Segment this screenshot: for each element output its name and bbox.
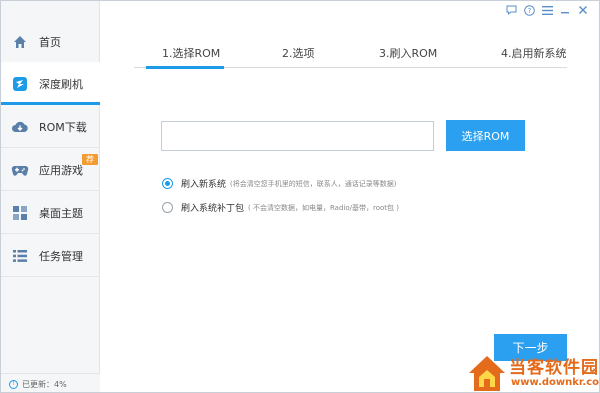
- home-icon: [11, 33, 29, 51]
- option-note: (将会清空您手机里的短信，联系人，通话记录等数据): [230, 179, 397, 188]
- select-rom-button[interactable]: 选择ROM: [446, 120, 525, 151]
- step-options: 2.选项: [282, 47, 315, 60]
- option-label: 刷入新系统: [181, 180, 227, 190]
- radio-checked[interactable]: [162, 178, 173, 189]
- house-logo-icon: [469, 356, 505, 391]
- watermark: 当客软件园 www.downkr.com: [461, 353, 600, 392]
- info-icon: !: [9, 379, 18, 389]
- sidebar-item-label: 桌面主题: [39, 207, 83, 220]
- step-select-rom: 1.选择ROM: [162, 47, 221, 60]
- svg-text:?: ?: [527, 7, 531, 15]
- option-flash-patch[interactable]: 刷入系统补丁包 ( 不会清空数据，如电量，Radio/基带，root包 ): [162, 201, 399, 214]
- update-status-text: 已更新：4%: [22, 379, 67, 389]
- sidebar-item-deep-flash[interactable]: 深度刷机: [1, 62, 100, 105]
- flash-icon: [11, 75, 29, 93]
- chat-bubble-icon[interactable]: [505, 4, 517, 16]
- step-flash-rom: 3.刷入ROM: [379, 47, 438, 60]
- cloud-download-icon: [11, 118, 29, 136]
- rom-path-input[interactable]: [161, 121, 434, 151]
- window-controls: ?: [505, 4, 589, 16]
- update-status: ! 已更新：4%: [1, 373, 100, 392]
- close-icon[interactable]: [577, 4, 589, 16]
- option-label: 刷入系统补丁包: [181, 204, 245, 214]
- sidebar-item-desktop-theme[interactable]: 桌面主题: [1, 191, 100, 234]
- sidebar-item-home[interactable]: 首页: [1, 20, 100, 63]
- option-flash-new-system[interactable]: 刷入新系统 (将会清空您手机里的短信，联系人，通话记录等数据): [162, 177, 396, 190]
- menu-icon[interactable]: [541, 4, 553, 16]
- question-icon[interactable]: ?: [523, 4, 535, 16]
- sidebar-item-rom-download[interactable]: ROM下载: [1, 105, 100, 148]
- sidebar-item-task-manager[interactable]: 任务管理: [1, 234, 100, 277]
- step-enable-system: 4.启用新系统: [501, 47, 567, 60]
- watermark-title: 当客软件园: [509, 358, 599, 378]
- sidebar-item-label: 任务管理: [39, 250, 83, 263]
- gamepad-icon: [11, 161, 29, 179]
- wizard-steps: 1.选择ROM 2.选项 3.刷入ROM 4.启用新系统: [134, 45, 567, 71]
- sidebar-item-label: 首页: [39, 36, 61, 49]
- sidebar-item-label: 应用游戏: [39, 164, 83, 177]
- sidebar: 首页 深度刷机 ROM下载 应用游戏 荐 桌面主题 任务管理 ! 已更新：4%: [1, 1, 100, 392]
- radio-unchecked[interactable]: [162, 202, 173, 213]
- option-note: ( 不会清空数据，如电量，Radio/基带，root包 ): [248, 203, 399, 212]
- sidebar-item-label: ROM下载: [39, 121, 87, 134]
- minimize-icon[interactable]: [559, 4, 571, 16]
- app-window: 首页 深度刷机 ROM下载 应用游戏 荐 桌面主题 任务管理 ! 已更新：4% …: [0, 0, 600, 393]
- sidebar-item-label: 深度刷机: [39, 78, 83, 91]
- active-step-indicator: [146, 66, 224, 69]
- recommend-badge: 荐: [82, 154, 98, 165]
- watermark-url: www.downkr.com: [511, 377, 600, 388]
- list-icon: [11, 247, 29, 265]
- grid-icon: [11, 204, 29, 222]
